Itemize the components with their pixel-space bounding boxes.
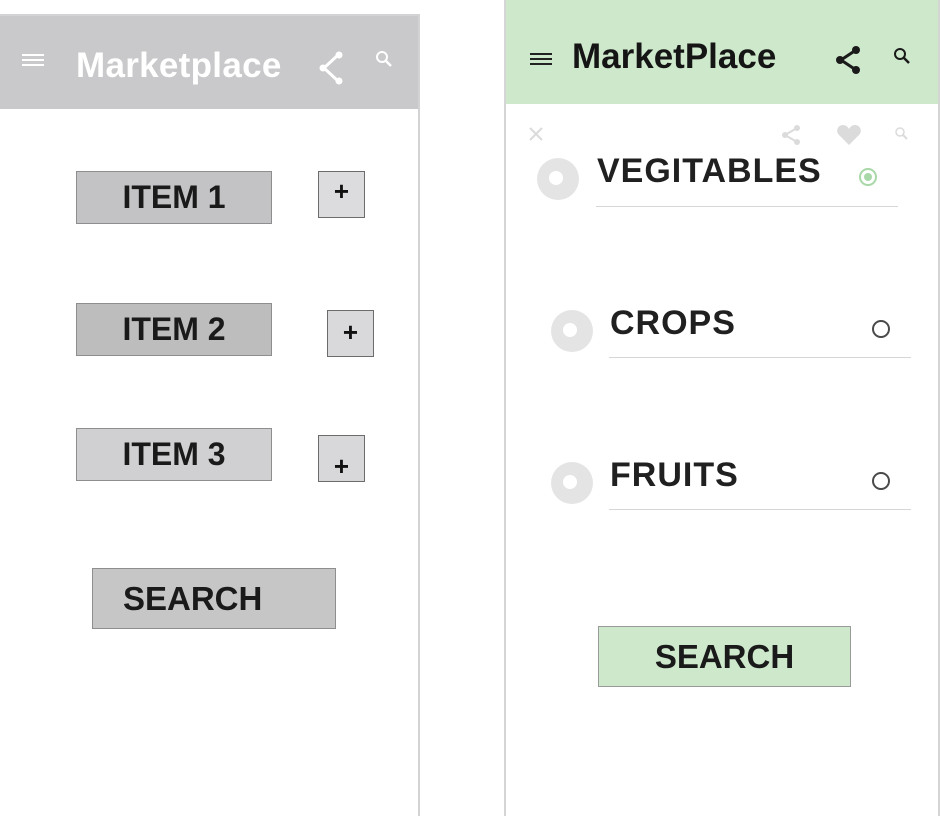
category-icon bbox=[537, 158, 579, 200]
add-item-2-button[interactable]: + bbox=[327, 310, 374, 357]
heart-icon bbox=[837, 125, 861, 145]
left-screen: Marketplace ITEM 1 + ITEM 2 + ITEM 3 + S… bbox=[0, 14, 420, 816]
menu-icon[interactable] bbox=[530, 53, 552, 67]
add-item-1-button[interactable]: + bbox=[318, 171, 365, 218]
radio-button[interactable] bbox=[872, 472, 890, 490]
category-label: CROPS bbox=[610, 304, 736, 342]
ghost-toolbar bbox=[506, 118, 938, 152]
search-icon[interactable] bbox=[374, 49, 396, 71]
app-title: MarketPlace bbox=[572, 37, 777, 76]
close-icon bbox=[529, 127, 543, 141]
item-2-button[interactable]: ITEM 2 bbox=[76, 303, 272, 356]
menu-icon[interactable] bbox=[22, 54, 44, 68]
category-icon bbox=[551, 462, 593, 504]
search-button[interactable]: SEARCH bbox=[598, 626, 851, 687]
share-icon[interactable] bbox=[318, 51, 344, 85]
divider bbox=[609, 509, 911, 510]
app-title: Marketplace bbox=[76, 46, 282, 85]
divider bbox=[596, 206, 898, 207]
radio-button[interactable] bbox=[872, 320, 890, 338]
app-bar: MarketPlace bbox=[506, 0, 938, 104]
category-icon bbox=[551, 310, 593, 352]
category-item-crops[interactable]: CROPS bbox=[506, 302, 938, 362]
right-screen: MarketPlace VEGITABLES CROPS FRUITS SEAR… bbox=[504, 0, 940, 816]
share-icon[interactable] bbox=[834, 45, 862, 75]
category-label: FRUITS bbox=[610, 456, 739, 494]
search-button[interactable]: SEARCH bbox=[92, 568, 336, 629]
item-3-button[interactable]: ITEM 3 bbox=[76, 428, 272, 481]
search-icon bbox=[895, 127, 908, 140]
radio-button[interactable] bbox=[859, 168, 877, 186]
share-icon bbox=[782, 125, 800, 145]
category-item-vegitables[interactable]: VEGITABLES bbox=[506, 150, 938, 210]
add-item-3-button[interactable]: + bbox=[318, 435, 365, 482]
search-icon[interactable] bbox=[892, 46, 914, 68]
item-1-button[interactable]: ITEM 1 bbox=[76, 171, 272, 224]
app-bar: Marketplace bbox=[0, 16, 418, 109]
category-item-fruits[interactable]: FRUITS bbox=[506, 454, 938, 514]
divider bbox=[609, 357, 911, 358]
category-label: VEGITABLES bbox=[597, 152, 822, 190]
